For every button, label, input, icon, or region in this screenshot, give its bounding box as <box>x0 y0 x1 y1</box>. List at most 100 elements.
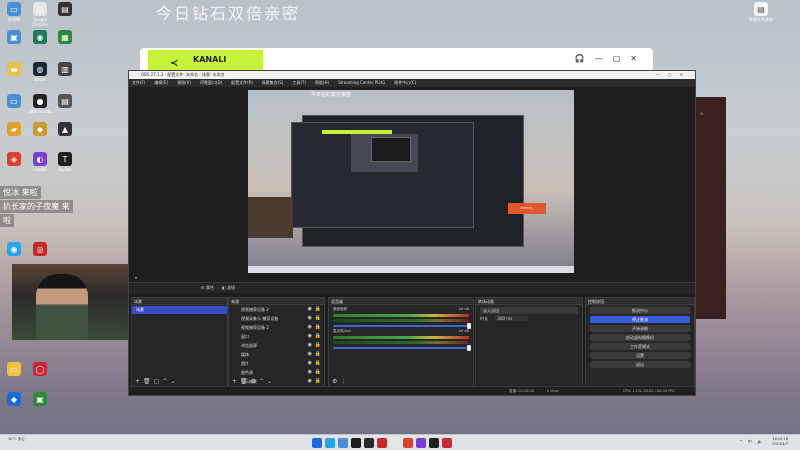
menu-item[interactable]: 场景集合(S) <box>262 79 284 87</box>
eye-icon[interactable]: ◉ <box>308 368 312 377</box>
taskbar-app-icon[interactable] <box>377 438 387 448</box>
taskbar-app-icon[interactable] <box>312 438 322 448</box>
source-item[interactable]: 媒体 ◉ 🔒 <box>229 350 324 359</box>
mixer-dock-toolbar[interactable]: ⚙⋮ <box>329 377 473 386</box>
eye-icon[interactable]: ◉ <box>308 323 312 332</box>
lock-icon[interactable]: 🔒 <box>315 341 321 350</box>
control-button[interactable]: 工作室模式 <box>590 343 690 350</box>
source-item[interactable]: 颜色源 ◉ 🔒 <box>229 368 324 377</box>
desktop-shortcut[interactable]: ▣ <box>1 30 27 45</box>
control-button[interactable]: 推流中心 <box>590 307 690 314</box>
eye-icon[interactable]: ◉ <box>308 359 312 368</box>
desktop-file-icon[interactable]: ▤ 新建文本文档 <box>748 2 774 22</box>
lock-icon[interactable]: 🔒 <box>315 314 321 323</box>
properties-button[interactable]: ⚙ 属性 <box>201 285 214 291</box>
lock-icon[interactable]: 🔒 <box>315 323 321 332</box>
desktop-shortcut[interactable]: ▣ <box>27 392 53 407</box>
desktop-shortcut[interactable]: ◉ <box>27 30 53 45</box>
desktop-shortcut[interactable]: ▰ <box>1 122 27 137</box>
sources-dock-toolbar[interactable]: +🗑⚙⌃⌄ <box>229 377 324 386</box>
menu-item[interactable]: 停靠窗口(D) <box>200 79 222 87</box>
menu-item[interactable]: 视图(V) <box>177 79 191 87</box>
desktop-shortcut[interactable]: ▲ <box>52 122 78 137</box>
windows-taskbar[interactable]: 10°C 多云 ⌃ 中 🔊 14:29:16 2023/4/7 <box>0 434 800 450</box>
lock-icon[interactable]: 🔒 <box>315 350 321 359</box>
taskbar-app-icon[interactable] <box>325 438 335 448</box>
menu-item[interactable]: 配置文件(P) <box>231 79 253 87</box>
desktop-shortcut[interactable]: ● OBS Studio <box>27 94 53 114</box>
eye-icon[interactable]: ◉ <box>308 350 312 359</box>
taskbar-app-icon[interactable] <box>338 438 348 448</box>
desktop-shortcut[interactable]: ◎ Google Chrome <box>27 2 53 27</box>
eye-icon[interactable]: ◉ <box>308 314 312 323</box>
source-item[interactable]: 视频采集卡 捕获设备 ◉ 🔒 <box>229 314 324 323</box>
taskbar-app-icon[interactable] <box>416 438 426 448</box>
lock-icon[interactable]: 🔒 <box>315 332 321 341</box>
volume-slider[interactable] <box>333 345 471 351</box>
obs-titlebar[interactable]: OBS 27.1.3 - 配置文件: 未命名 - 场景: 未命名 —▢✕ <box>129 71 695 79</box>
menu-item[interactable]: 插件中心(C) <box>394 79 416 87</box>
weather-widget[interactable]: 10°C 多云 <box>8 437 25 441</box>
desktop-shortcut[interactable]: ▭ 此电脑 <box>1 2 27 22</box>
mixer-channel-mic[interactable]: 麦克风/Aux -inf dB <box>329 327 473 351</box>
source-toolbar[interactable]: ⚙ 属性 ◧ 滤镜 <box>129 282 695 293</box>
window-controls[interactable]: —▢✕ <box>656 71 691 79</box>
desktop-shortcut[interactable]: ◆ <box>27 122 53 137</box>
menu-item[interactable]: Streaming Center PLUG <box>338 79 385 87</box>
desktop-shortcut[interactable]: ▦ <box>52 30 78 45</box>
side-window[interactable]: ✕ <box>696 97 726 319</box>
transition-type-select[interactable]: 淡入淡出 <box>480 307 578 314</box>
lock-icon[interactable]: 🔒 <box>315 368 321 377</box>
obs-menubar[interactable]: 文件(F) 编辑(E) 视图(V) 停靠窗口(D) 配置文件(P) 场景集合(S) 工具(T… <box>129 79 695 87</box>
desktop-shortcut[interactable]: ▤ <box>52 94 78 109</box>
source-item[interactable]: 视频捕获设备 2 ◉ 🔒 <box>229 323 324 332</box>
taskbar-apps[interactable] <box>312 438 452 448</box>
desktop-shortcut[interactable]: ◉ <box>1 242 27 257</box>
desktop-shortcut[interactable]: ◎ <box>27 242 53 257</box>
desktop-shortcut[interactable]: ◯ <box>27 362 53 377</box>
desktop-shortcut[interactable]: ◍ Steam <box>27 62 53 82</box>
desktop-shortcut[interactable]: T TapTap <box>52 152 78 172</box>
control-button[interactable]: 停止推流 <box>590 316 690 323</box>
scenes-dock-toolbar[interactable]: +🗑▢⌃⌄ <box>132 377 227 386</box>
desktop-shortcut[interactable]: ◆ <box>1 392 27 407</box>
scene-item[interactable]: 场景 <box>132 306 227 314</box>
transition-duration-row[interactable]: 时长 300 ms <box>476 314 582 324</box>
desktop-shortcut[interactable]: ▬ <box>1 62 27 77</box>
obs-preview[interactable]: 今日钻石双倍亲密 CYPHER_ <box>248 90 574 273</box>
menu-item[interactable]: 编辑(E) <box>154 79 168 87</box>
source-item[interactable]: 窗口 ◉ 🔒 <box>229 332 324 341</box>
desktop-shortcut[interactable]: ▥ <box>52 62 78 77</box>
taskbar-app-icon[interactable] <box>442 438 452 448</box>
desktop-shortcut[interactable]: ▭ <box>1 362 27 377</box>
desktop-shortcut[interactable]: ◐ LiveKit <box>27 152 53 172</box>
clock[interactable]: 14:29:16 2023/4/7 <box>772 437 788 447</box>
filters-button[interactable]: ◧ 滤镜 <box>222 285 235 291</box>
scene-selector[interactable]: ▾ <box>135 274 137 282</box>
taskbar-app-icon[interactable] <box>390 438 400 448</box>
eye-icon[interactable]: ◉ <box>308 305 312 314</box>
lock-icon[interactable]: 🔒 <box>315 359 321 368</box>
lock-icon[interactable]: 🔒 <box>315 305 321 314</box>
menu-item[interactable]: 工具(T) <box>292 79 306 87</box>
desktop-shortcut[interactable]: ◈ <box>1 152 27 167</box>
source-item[interactable]: 视频捕获设备 2 ◉ 🔒 <box>229 305 324 314</box>
control-button[interactable]: 退出 <box>590 361 690 368</box>
desktop-shortcut[interactable]: ▤ <box>52 2 78 17</box>
control-button[interactable]: 设置 <box>590 352 690 359</box>
mixer-channel-desktop[interactable]: 桌面音频 -inf dB <box>329 305 473 329</box>
taskbar-app-icon[interactable] <box>364 438 374 448</box>
control-button[interactable]: 开始录制 <box>590 325 690 332</box>
source-item[interactable]: 图片 ◉ 🔒 <box>229 359 324 368</box>
taskbar-app-icon[interactable] <box>429 438 439 448</box>
window-controls[interactable]: 🎧—▢✕ <box>575 54 647 63</box>
system-tray[interactable]: ⌃ 中 🔊 <box>739 439 764 445</box>
kanali-window[interactable]: ≺ KANALI 🎧—▢✕ <box>140 48 653 70</box>
menu-item[interactable]: 文件(F) <box>132 79 145 87</box>
menu-item[interactable]: 帮助(H) <box>315 79 329 87</box>
source-item[interactable]: 浏览器源 ◉ 🔒 <box>229 341 324 350</box>
eye-icon[interactable]: ◉ <box>308 341 312 350</box>
taskbar-app-icon[interactable] <box>403 438 413 448</box>
eye-icon[interactable]: ◉ <box>308 332 312 341</box>
control-button[interactable]: 启动虚拟摄像机 <box>590 334 690 341</box>
